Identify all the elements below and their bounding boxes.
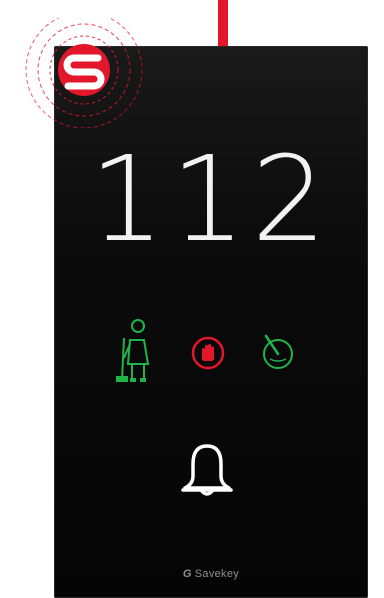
brand-label: G Savekey <box>54 568 368 580</box>
mount-bar <box>218 0 228 52</box>
s-logo-icon <box>22 11 146 129</box>
bell-icon[interactable] <box>171 440 243 502</box>
housekeeping-icon[interactable] <box>114 318 158 386</box>
do-not-disturb-icon[interactable] <box>191 336 225 370</box>
valet-icon[interactable] <box>258 332 298 372</box>
status-row <box>54 318 368 390</box>
product-stage: 112 G Savekey <box>0 0 384 598</box>
brand-mark: G <box>182 568 192 580</box>
brand-name: Savekey <box>194 568 240 580</box>
room-number: 112 <box>89 130 333 268</box>
